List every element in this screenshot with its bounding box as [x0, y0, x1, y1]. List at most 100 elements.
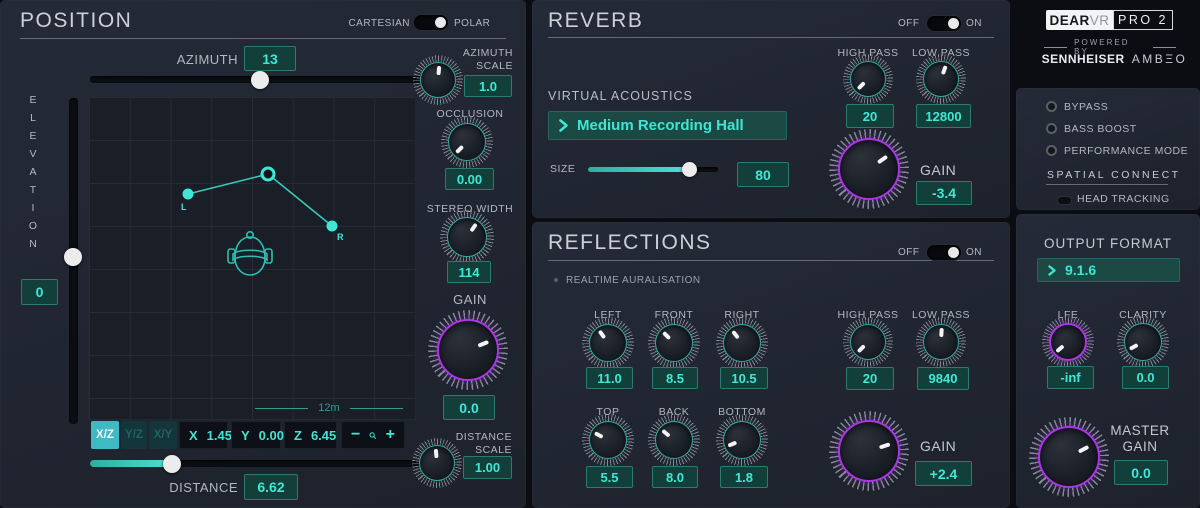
dearvr-pro2-plugin-window: POSITION CARTESIAN POLAR AZIMUTH 13 ELEV…	[0, 0, 1200, 508]
reflections-right-value[interactable]: 10.5	[720, 367, 768, 389]
coord-x-axis: X	[189, 428, 198, 443]
reverb-on-off-toggle[interactable]	[927, 16, 961, 31]
reflections-gain-value[interactable]: +2.4	[915, 461, 972, 486]
azimuth-value[interactable]: 13	[244, 46, 296, 71]
clarity-knob[interactable]	[1124, 323, 1162, 361]
reflections-top-value[interactable]: 5.5	[586, 466, 633, 488]
reflections-lowpass-value[interactable]: 9840	[917, 367, 969, 390]
reflections-back-value[interactable]: 8.0	[652, 466, 698, 488]
reflections-left-knob[interactable]	[589, 324, 627, 362]
clarity-value[interactable]: 0.0	[1122, 366, 1169, 389]
size-slider-handle[interactable]	[682, 162, 697, 177]
tab-xy-plane[interactable]: X/Y	[149, 421, 177, 449]
lfe-value[interactable]: -inf	[1047, 366, 1094, 389]
coord-y-field[interactable]: Y 0.00	[231, 421, 281, 449]
reflections-on-off-toggle[interactable]	[927, 245, 961, 260]
distance-scale-label: DISTANCE SCALE	[452, 431, 512, 457]
reflections-right-knob[interactable]	[723, 324, 761, 362]
distance-scale-value[interactable]: 1.00	[463, 456, 512, 479]
performance-mode-led	[1046, 145, 1057, 156]
right-source-dot[interactable]	[327, 221, 338, 232]
reverb-gain-knob[interactable]	[838, 138, 900, 200]
distance-scale-knob[interactable]	[419, 445, 455, 481]
occlusion-knob[interactable]	[448, 123, 486, 161]
realtime-auralisation-led	[554, 278, 558, 282]
master-gain-value[interactable]: 0.0	[1114, 460, 1168, 485]
knob-pointer	[418, 60, 457, 99]
reverb-lowpass-knob[interactable]	[923, 61, 959, 97]
source-position-ring[interactable]	[262, 168, 274, 180]
spatial-connect-label: SPATIAL CONNECT	[1047, 169, 1181, 181]
ambeo-text: AMBΞO	[1132, 52, 1188, 66]
output-format-dropdown[interactable]: 9.1.6	[1037, 258, 1180, 282]
powered-line-left	[1044, 47, 1067, 48]
magnifier-icon[interactable]	[369, 429, 376, 442]
chevron-right-icon	[559, 119, 568, 132]
cartesian-polar-toggle[interactable]	[414, 15, 448, 30]
master-gain-knob[interactable]	[1038, 426, 1100, 488]
coord-x-field[interactable]: X 1.45	[179, 421, 228, 449]
performance-mode-label: PERFORMANCE MODE	[1064, 145, 1188, 157]
reverb-lowpass-value[interactable]: 12800	[916, 104, 971, 128]
distance-label: DISTANCE	[133, 480, 238, 495]
stereo-width-value[interactable]: 114	[447, 261, 491, 283]
azimuth-scale-value[interactable]: 1.0	[464, 75, 512, 97]
left-source-dot[interactable]	[183, 189, 194, 200]
size-value[interactable]: 80	[737, 162, 789, 187]
reflections-highpass-value[interactable]: 20	[846, 367, 894, 390]
reflections-front-knob[interactable]	[655, 324, 693, 362]
position-gain-knob[interactable]	[437, 319, 499, 381]
reverb-highpass-value[interactable]: 20	[846, 104, 894, 128]
coord-x-value[interactable]: 1.45	[207, 428, 232, 443]
head-tracking-label: HEAD TRACKING	[1077, 193, 1170, 205]
azimuth-scale-knob[interactable]	[420, 62, 456, 98]
elevation-value[interactable]: 0	[21, 279, 58, 305]
lfe-knob[interactable]	[1049, 323, 1087, 361]
reflections-front-value[interactable]: 8.5	[652, 367, 698, 389]
tab-xz-plane[interactable]: X/Z	[91, 421, 119, 449]
distance-value[interactable]: 6.62	[244, 474, 298, 500]
knob-pointer	[417, 443, 456, 482]
zoom-out-button[interactable]: −	[351, 427, 360, 443]
elevation-slider-handle[interactable]	[64, 248, 82, 266]
tab-yz-plane[interactable]: Y/Z	[121, 421, 147, 449]
head-tracking-toggle[interactable]	[1057, 196, 1072, 205]
chevron-right-icon	[1048, 265, 1056, 276]
reflections-top-knob[interactable]	[589, 421, 627, 459]
azimuth-scale-label: AZIMUTH SCALE	[453, 47, 513, 73]
output-format-value: 9.1.6	[1065, 262, 1096, 278]
knob-pointer	[1027, 415, 1111, 499]
occlusion-value[interactable]: 0.00	[445, 168, 494, 190]
coord-z-value[interactable]: 6.45	[311, 428, 336, 443]
bass-boost-led	[1046, 123, 1057, 134]
position-gain-value[interactable]: 0.0	[443, 395, 495, 420]
reflections-lowpass-knob[interactable]	[923, 324, 959, 360]
reflections-left-value[interactable]: 11.0	[586, 367, 633, 389]
bass-boost-label: BASS BOOST	[1064, 123, 1137, 135]
distance-slider-handle[interactable]	[163, 455, 181, 473]
position-title: POSITION	[20, 9, 132, 33]
reverb-gain-value[interactable]: -3.4	[916, 181, 972, 205]
logo-vr-text: VR	[1090, 13, 1110, 28]
knob-pointer	[826, 126, 912, 212]
listener-head-icon	[225, 228, 275, 282]
reverb-highpass-knob[interactable]	[850, 61, 886, 97]
virtual-acoustics-value: Medium Recording Hall	[577, 117, 744, 134]
reflections-gain-label: GAIN	[920, 438, 956, 454]
reflections-highpass-knob[interactable]	[850, 324, 886, 360]
azimuth-slider-handle[interactable]	[251, 71, 269, 89]
reflections-bottom-value[interactable]: 1.8	[720, 466, 768, 488]
position-gain-label: GAIN	[420, 292, 520, 307]
zoom-in-button[interactable]: +	[386, 427, 395, 443]
knob-pointer	[922, 323, 960, 361]
coord-z-field[interactable]: Z 6.45	[284, 421, 337, 449]
reflections-gain-knob[interactable]	[838, 420, 900, 482]
coord-z-axis: Z	[294, 428, 302, 443]
reflections-back-knob[interactable]	[655, 421, 693, 459]
virtual-acoustics-dropdown[interactable]: Medium Recording Hall	[548, 111, 787, 140]
scale-value: 12m	[318, 402, 339, 414]
coord-y-value[interactable]: 0.00	[259, 428, 284, 443]
reflections-bottom-knob[interactable]	[723, 421, 761, 459]
stereo-width-knob[interactable]	[447, 217, 487, 257]
sennheiser-ambeo-row: SENNHEISER AMBΞO	[1038, 52, 1184, 66]
